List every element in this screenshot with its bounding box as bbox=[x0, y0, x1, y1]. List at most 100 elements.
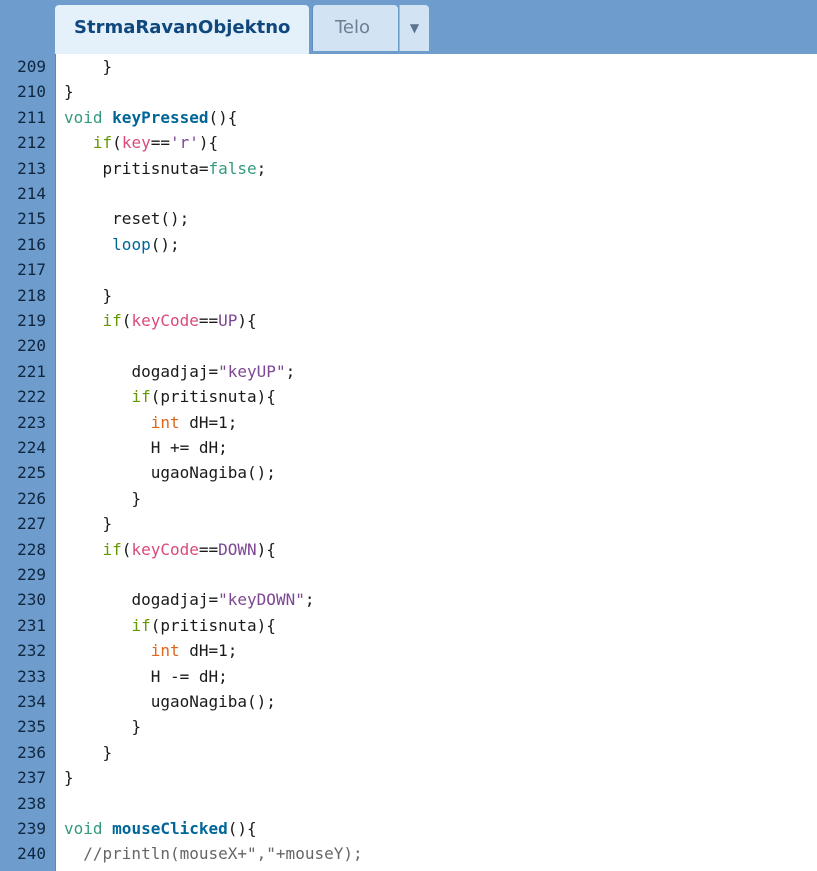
code-token: "keyDOWN" bbox=[218, 590, 305, 610]
tab-bar: StrmaRavanObjektno Telo ▼ bbox=[0, 0, 817, 54]
code-line[interactable]: 226 } bbox=[0, 486, 817, 511]
code-token: } bbox=[64, 82, 74, 102]
code-token: == bbox=[150, 133, 170, 153]
code-token: ugaoNagiba(); bbox=[150, 692, 276, 711]
code-token: H += dH; bbox=[150, 438, 228, 457]
code-text: ugaoNagiba(); bbox=[64, 689, 276, 714]
code-token: keyPressed bbox=[112, 107, 209, 127]
code-editor-window: StrmaRavanObjektno Telo ▼ 209 } 210} 211 vo… bbox=[0, 0, 817, 871]
code-text: dogadjaj="keyUP"; bbox=[64, 359, 295, 384]
code-text: void keyPressed(){ bbox=[64, 105, 237, 130]
code-line[interactable]: 240 //println(mouseX+","+mouseY); bbox=[0, 841, 817, 866]
code-line[interactable]: 228 if(keyCode==DOWN){ bbox=[0, 537, 817, 562]
code-line[interactable]: 235 } bbox=[0, 714, 817, 739]
code-token: keyCode bbox=[131, 311, 199, 330]
code-line[interactable]: 213 pritisnuta=false; bbox=[0, 156, 817, 181]
code-text: int dH=1; bbox=[64, 638, 238, 663]
code-line[interactable]: 217 bbox=[0, 257, 817, 282]
code-token: 'r' bbox=[169, 133, 199, 153]
code-text: if(keyCode==UP){ bbox=[64, 308, 257, 333]
code-line[interactable]: 210} bbox=[0, 79, 817, 104]
code-line[interactable]: 211 void keyPressed(){ bbox=[0, 105, 817, 130]
code-line[interactable]: 237} bbox=[0, 765, 817, 790]
code-token: ){ bbox=[256, 539, 276, 559]
code-token: DOWN bbox=[218, 539, 257, 559]
code-line[interactable]: 214 bbox=[0, 181, 817, 206]
code-text: //println(mouseX+","+mouseY); bbox=[64, 841, 362, 866]
code-line[interactable]: 230 dogadjaj="keyDOWN"; bbox=[0, 587, 817, 612]
line-number: 233 bbox=[17, 666, 46, 686]
line-number: 239 bbox=[17, 819, 46, 838]
code-line[interactable]: 224 H += dH; bbox=[0, 435, 817, 460]
code-text: reset(); bbox=[64, 206, 189, 231]
code-line[interactable]: 229 bbox=[0, 562, 817, 587]
code-token: (){ bbox=[208, 107, 238, 127]
line-number: 215 bbox=[17, 209, 46, 229]
code-text: pritisnuta=false; bbox=[64, 156, 267, 181]
line-number: 220 bbox=[17, 336, 46, 356]
code-token: if bbox=[92, 133, 113, 153]
code-line[interactable]: 222 if(pritisnuta){ bbox=[0, 384, 817, 409]
code-token: ( bbox=[121, 539, 132, 559]
line-number: 228 bbox=[17, 539, 46, 559]
code-text: if(keyCode==DOWN){ bbox=[64, 537, 276, 562]
code-text: void mouseClicked(){ bbox=[64, 816, 257, 841]
code-line[interactable]: 232 int dH=1; bbox=[0, 638, 817, 663]
line-number: 225 bbox=[17, 463, 46, 483]
code-text: loop(); bbox=[64, 232, 179, 257]
code-line[interactable]: 216 loop(); bbox=[0, 232, 817, 257]
code-line[interactable]: 220 bbox=[0, 333, 817, 358]
code-line[interactable]: 234 ugaoNagiba(); bbox=[0, 689, 817, 714]
line-number: 230 bbox=[17, 590, 46, 610]
tab-telo[interactable]: Telo bbox=[312, 5, 398, 51]
code-line[interactable]: 212 if(key=='r'){ bbox=[0, 130, 817, 155]
code-text: ugaoNagiba(); bbox=[64, 460, 276, 485]
code-text: dogadjaj="keyDOWN"; bbox=[64, 587, 314, 612]
code-line[interactable]: 209 } bbox=[0, 54, 817, 79]
code-text: } bbox=[64, 54, 113, 79]
code-line[interactable]: 238 bbox=[0, 791, 817, 816]
code-line[interactable]: 215 reset(); bbox=[0, 206, 817, 231]
code-token: } bbox=[102, 285, 113, 305]
code-token: if bbox=[131, 387, 151, 407]
line-number: 218 bbox=[17, 285, 46, 305]
code-line[interactable]: 227 } bbox=[0, 511, 817, 536]
line-number: 222 bbox=[17, 387, 46, 407]
code-text: } bbox=[64, 714, 141, 739]
line-number: 227 bbox=[17, 514, 46, 534]
code-line[interactable]: 221 dogadjaj="keyUP"; bbox=[0, 359, 817, 384]
code-token: keyCode bbox=[131, 539, 199, 559]
line-number: 231 bbox=[17, 615, 46, 635]
code-token: dH=1; bbox=[179, 641, 238, 661]
code-line[interactable]: 236 } bbox=[0, 740, 817, 765]
code-text: H += dH; bbox=[64, 435, 228, 460]
tab-menu-chevron-down-icon[interactable]: ▼ bbox=[399, 5, 429, 51]
code-line[interactable]: 233 H -= dH; bbox=[0, 664, 817, 689]
code-token: loop bbox=[112, 234, 151, 254]
line-number: 213 bbox=[17, 158, 46, 178]
code-token: } bbox=[102, 742, 113, 762]
line-number: 235 bbox=[17, 717, 46, 737]
code-line[interactable]: 225 ugaoNagiba(); bbox=[0, 460, 817, 485]
code-token: reset(); bbox=[112, 209, 190, 229]
code-line[interactable]: 218 } bbox=[0, 283, 817, 308]
code-token: false bbox=[208, 158, 257, 178]
code-token: ; bbox=[256, 158, 267, 178]
line-number: 221 bbox=[17, 361, 46, 381]
code-line[interactable]: 219 if(keyCode==UP){ bbox=[0, 308, 817, 333]
line-number: 224 bbox=[17, 438, 46, 457]
code-token: } bbox=[131, 488, 142, 508]
code-line[interactable]: 231 if(pritisnuta){ bbox=[0, 613, 817, 638]
line-number: 209 bbox=[17, 57, 46, 76]
line-number: 234 bbox=[17, 692, 46, 711]
tab-strmaravanobjektno[interactable]: StrmaRavanObjektno bbox=[55, 5, 309, 54]
code-line[interactable]: 223 int dH=1; bbox=[0, 410, 817, 435]
code-line[interactable]: 239 void mouseClicked(){ bbox=[0, 816, 817, 841]
